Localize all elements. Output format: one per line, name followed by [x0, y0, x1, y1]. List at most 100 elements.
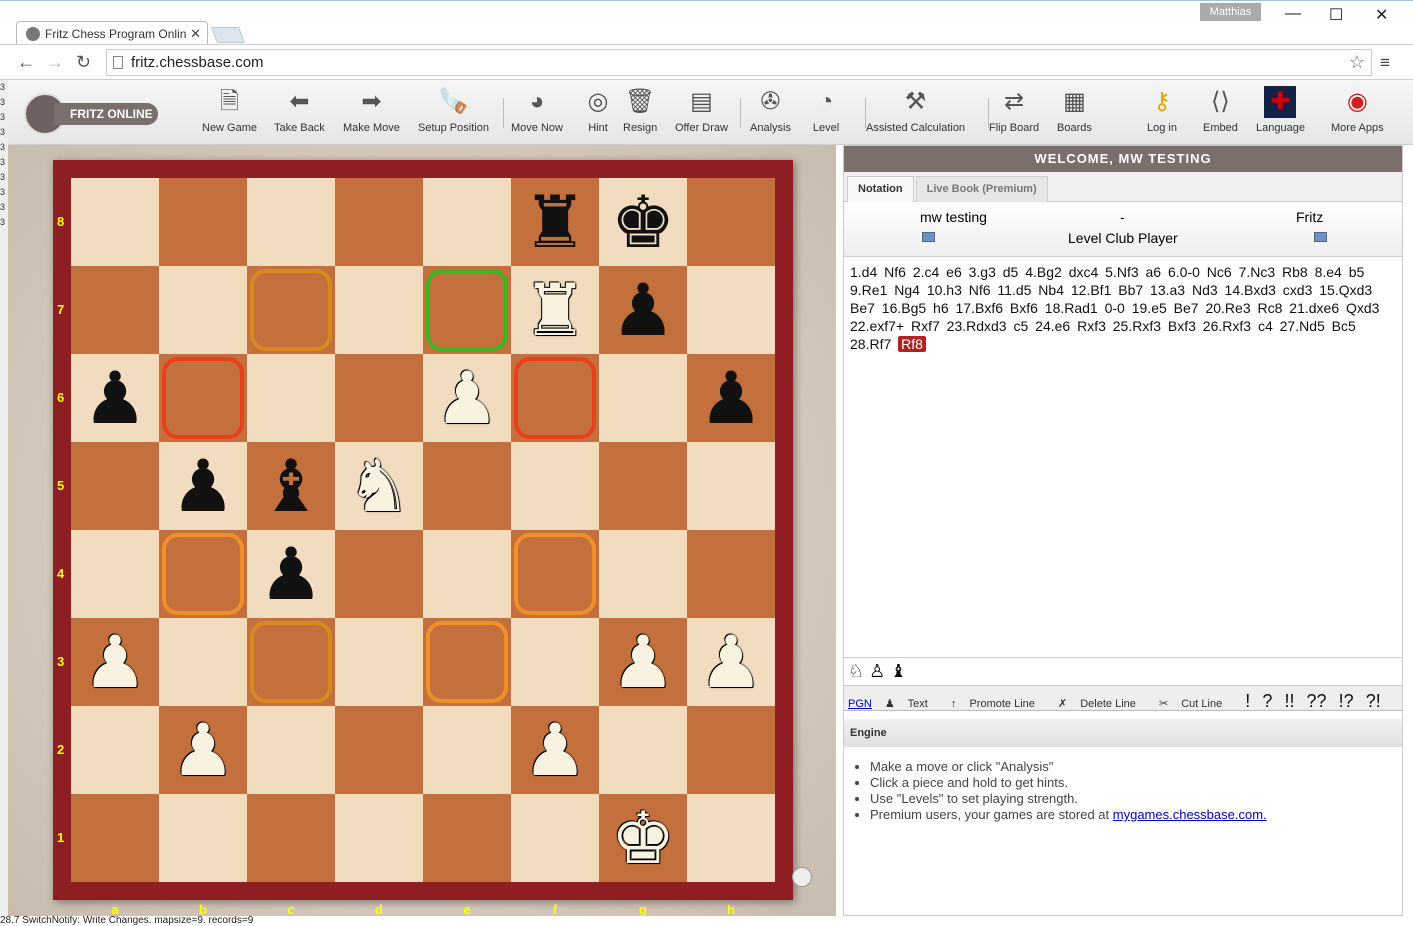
square-b8[interactable] — [159, 178, 247, 266]
square-f2[interactable]: ♟ — [511, 706, 599, 794]
knight-icon[interactable]: ♘ — [848, 661, 864, 681]
square-h1[interactable] — [687, 794, 775, 882]
annotation-good[interactable]: ! — [1245, 691, 1250, 711]
annotation-blunder[interactable]: ?? — [1307, 691, 1327, 711]
profile-button[interactable]: Matthias — [1200, 3, 1261, 21]
square-g4[interactable] — [599, 530, 687, 618]
square-g1[interactable]: ♚ — [599, 794, 687, 882]
forward-icon[interactable]: → — [46, 52, 64, 73]
more-apps-button[interactable]: ◉ More Apps — [1331, 86, 1384, 134]
square-a2[interactable] — [71, 706, 159, 794]
square-b1[interactable] — [159, 794, 247, 882]
annotation-brilliant[interactable]: !! — [1284, 691, 1294, 711]
bishop-icon[interactable]: ♝ — [890, 661, 906, 681]
square-g2[interactable] — [599, 706, 687, 794]
square-h6[interactable]: ♟ — [687, 354, 775, 442]
square-b2[interactable]: ♟ — [159, 706, 247, 794]
square-f8[interactable]: ♜ — [511, 178, 599, 266]
flip-board-button[interactable]: ⇄ Flip Board — [989, 86, 1039, 134]
square-b4[interactable] — [159, 530, 247, 618]
bookmark-star-icon[interactable]: ☆ — [1349, 52, 1365, 73]
black-pawn-piece[interactable]: ♟ — [247, 530, 335, 618]
annotation-mistake[interactable]: ? — [1262, 691, 1272, 711]
square-d3[interactable] — [335, 618, 423, 706]
square-d7[interactable] — [335, 266, 423, 354]
pgn-link[interactable]: PGN — [848, 698, 872, 710]
black-pawn-piece[interactable]: ♟ — [687, 354, 775, 442]
square-e7[interactable] — [423, 266, 511, 354]
black-pawn-piece[interactable]: ♟ — [159, 442, 247, 530]
square-c6[interactable] — [247, 354, 335, 442]
current-move[interactable]: Rf8 — [898, 336, 926, 352]
square-a7[interactable] — [71, 266, 159, 354]
reload-icon[interactable]: ↻ — [76, 52, 91, 73]
chess-board[interactable]: ♜ ♚ ♜ ♟ ♟ ♟ ♟ ♟ ♝ ♞ ♟ ♟ ♟ ♟ ♟ ♟ ♚ 8 7 6 5 4 3 2 1 a b c d e f g h — [57, 178, 775, 917]
square-d4[interactable] — [335, 530, 423, 618]
tab-live-book[interactable]: Live Book (Premium) — [915, 176, 1048, 202]
browser-tab[interactable]: Fritz Chess Program Onlin ✕ — [16, 21, 208, 45]
square-c8[interactable] — [247, 178, 335, 266]
make-move-button[interactable]: ➡ Make Move — [343, 86, 400, 134]
black-pawn-piece[interactable]: ♟ — [71, 354, 159, 442]
log-in-button[interactable]: ⚷ Log in — [1146, 86, 1178, 134]
boards-button[interactable]: ▦ Boards — [1057, 86, 1092, 134]
black-bishop-piece[interactable]: ♝ — [247, 442, 335, 530]
square-a3[interactable]: ♟ — [71, 618, 159, 706]
square-d1[interactable] — [335, 794, 423, 882]
square-h2[interactable] — [687, 706, 775, 794]
square-f5[interactable] — [511, 442, 599, 530]
white-pawn-piece[interactable]: ♟ — [687, 618, 775, 706]
square-e5[interactable] — [423, 442, 511, 530]
white-rook-piece[interactable]: ♜ — [511, 266, 599, 354]
square-e1[interactable] — [423, 794, 511, 882]
square-b7[interactable] — [159, 266, 247, 354]
hint-button[interactable]: ◎ Hint — [582, 86, 614, 134]
square-g7[interactable]: ♟ — [599, 266, 687, 354]
square-f3[interactable] — [511, 618, 599, 706]
minimize-icon[interactable]: — — [1285, 5, 1301, 23]
white-pawn-piece[interactable]: ♟ — [423, 354, 511, 442]
square-c1[interactable] — [247, 794, 335, 882]
square-e3[interactable] — [423, 618, 511, 706]
close-window-icon[interactable]: ✕ — [1375, 5, 1388, 25]
square-a6[interactable]: ♟ — [71, 354, 159, 442]
annotation-interesting[interactable]: !? — [1339, 691, 1354, 711]
analysis-button[interactable]: ✇ Analysis — [750, 86, 791, 134]
take-back-button[interactable]: ⬅ Take Back — [274, 86, 325, 134]
square-g5[interactable] — [599, 442, 687, 530]
square-c2[interactable] — [247, 706, 335, 794]
white-pawn-piece[interactable]: ♟ — [71, 618, 159, 706]
white-king-piece[interactable]: ♚ — [599, 794, 687, 882]
black-rook-piece[interactable]: ♜ — [511, 178, 599, 266]
back-icon[interactable]: ← — [17, 52, 35, 73]
square-b3[interactable] — [159, 618, 247, 706]
language-button[interactable]: ✚ Language — [1256, 86, 1305, 134]
browser-menu-icon[interactable]: ≡ — [1380, 53, 1390, 73]
square-e8[interactable] — [423, 178, 511, 266]
square-b5[interactable]: ♟ — [159, 442, 247, 530]
square-f6[interactable] — [511, 354, 599, 442]
white-pawn-piece[interactable]: ♟ — [511, 706, 599, 794]
square-h4[interactable] — [687, 530, 775, 618]
square-h5[interactable] — [687, 442, 775, 530]
new-tab-button[interactable] — [211, 27, 245, 43]
mygames-link[interactable]: mygames.chessbase.com. — [1113, 807, 1267, 822]
square-c7[interactable] — [247, 266, 335, 354]
white-knight-piece[interactable]: ♞ — [335, 442, 423, 530]
resign-button[interactable]: 🗑 Resign — [623, 86, 657, 134]
level-button[interactable]: ◔ Level — [810, 86, 842, 134]
square-c3[interactable] — [247, 618, 335, 706]
square-a5[interactable] — [71, 442, 159, 530]
square-g6[interactable] — [599, 354, 687, 442]
cut-line-button[interactable]: ✂ Cut Line — [1159, 698, 1232, 710]
square-h8[interactable] — [687, 178, 775, 266]
square-a8[interactable] — [71, 178, 159, 266]
square-c5[interactable]: ♝ — [247, 442, 335, 530]
text-button[interactable]: ♟ Text — [885, 698, 938, 710]
tab-notation[interactable]: Notation — [847, 176, 914, 202]
square-h7[interactable] — [687, 266, 775, 354]
setup-position-button[interactable]: 🪚 Setup Position — [418, 86, 489, 134]
close-tab-icon[interactable]: ✕ — [190, 26, 201, 42]
square-b6[interactable] — [159, 354, 247, 442]
annotation-dubious[interactable]: ?! — [1366, 691, 1381, 711]
